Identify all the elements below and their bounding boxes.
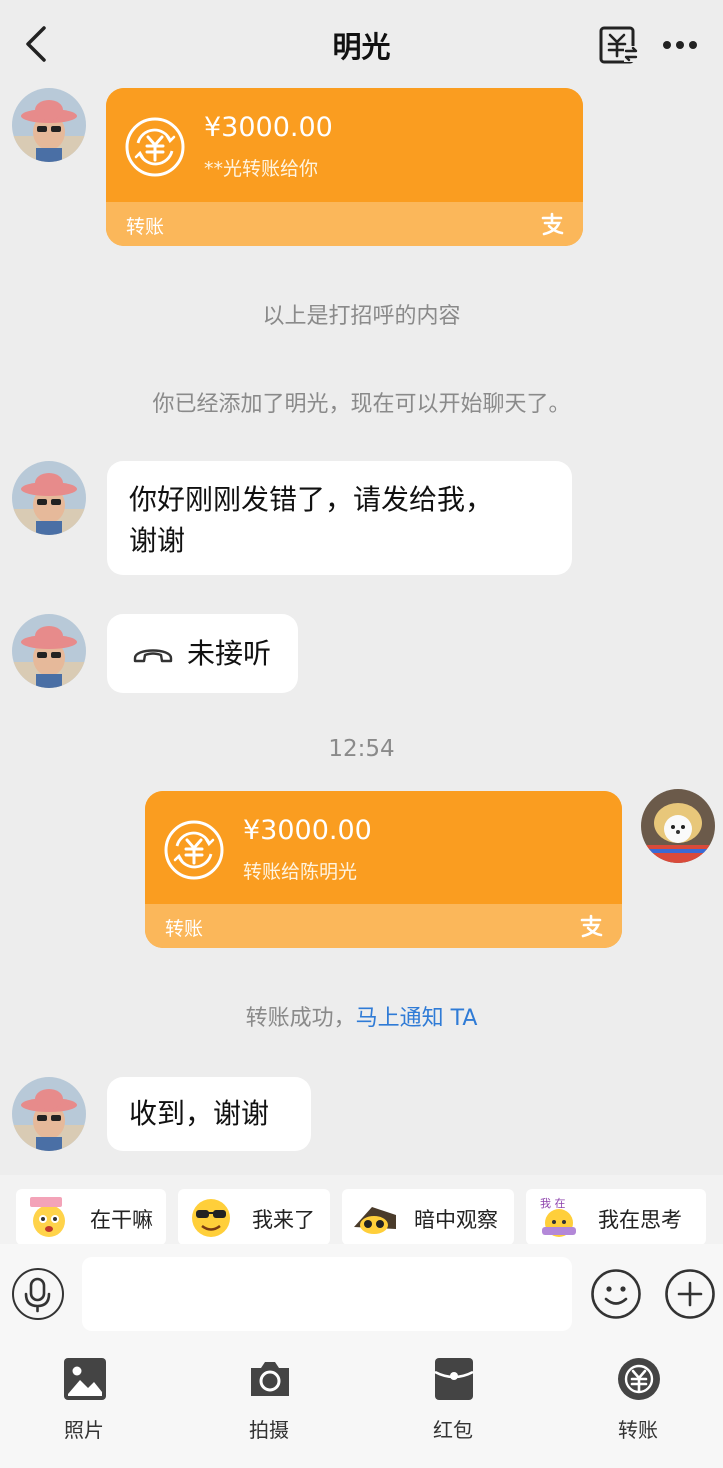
transfer-yuan-icon <box>163 819 225 881</box>
contact-avatar[interactable] <box>12 461 86 535</box>
sticker-peek[interactable]: 暗中观察 <box>342 1189 514 1245</box>
alipay-icon <box>539 211 565 237</box>
missed-call-label: 未接听 <box>187 637 272 670</box>
sticker-label: 在干嘛 <box>90 1208 153 1232</box>
message-text: 收到，谢谢 <box>129 1097 270 1130</box>
tool-label: 转账 <box>618 1418 658 1442</box>
tool-red-packet[interactable]: 红包 <box>403 1352 503 1452</box>
message-bubble-text[interactable]: 收到，谢谢 <box>107 1077 311 1151</box>
transfer-card-received[interactable]: 转账 ¥3000.00 **光转账给你 <box>106 88 583 246</box>
sticker-zaiganma-icon <box>26 1195 72 1239</box>
input-area: 照片 拍摄 红包 转账 <box>0 1244 723 1468</box>
transfer-record-icon[interactable] <box>598 24 640 66</box>
transfer-description: 转账给陈明光 <box>243 861 358 883</box>
missed-call-bubble[interactable]: 未接听 <box>107 614 298 693</box>
message-text-line: 谢谢 <box>129 524 186 557</box>
emoji-icon[interactable] <box>590 1268 642 1320</box>
transfer-status: 转账成功，马上通知 TA <box>0 1000 723 1032</box>
photo-icon <box>62 1356 108 1402</box>
voice-input-icon[interactable] <box>12 1268 64 1320</box>
svg-text:我 在: 我 在 <box>540 1197 566 1210</box>
red-packet-icon <box>431 1356 477 1402</box>
notify-link[interactable]: 马上通知 TA <box>356 1006 478 1031</box>
system-message-greeting: 以上是打招呼的内容 <box>262 304 461 329</box>
tool-label: 红包 <box>433 1418 473 1442</box>
system-message-added: 你已经添加了明光，现在可以开始聊天了。 <box>152 392 571 417</box>
phone-hangup-icon <box>131 638 175 668</box>
tool-label: 拍摄 <box>249 1418 289 1442</box>
sticker-cool-face[interactable]: 我来了 <box>178 1189 330 1245</box>
back-icon[interactable] <box>16 22 56 66</box>
transfer-amount: ¥3000.00 <box>243 815 372 846</box>
transfer-card-type: 转账 <box>165 918 204 940</box>
alipay-icon <box>578 913 604 939</box>
message-text-line: 你好刚刚发错了，请发给我， <box>129 483 494 516</box>
transfer-status-text: 转账成功， <box>245 1006 356 1031</box>
more-actions-icon[interactable] <box>664 1268 716 1320</box>
camera-icon <box>247 1356 293 1402</box>
transfer-card-type: 转账 <box>126 216 165 238</box>
contact-avatar[interactable] <box>12 88 86 162</box>
sticker-thinking-icon: 我 在 <box>536 1195 582 1239</box>
transfer-amount: ¥3000.00 <box>204 112 333 143</box>
chat-header: 明光 <box>0 0 723 88</box>
my-avatar[interactable] <box>641 789 715 863</box>
message-input[interactable] <box>82 1257 572 1331</box>
transfer-card-sent[interactable]: 转账 ¥3000.00 转账给陈明光 <box>145 791 622 948</box>
sticker-cool-face-icon <box>188 1195 234 1239</box>
transfer-icon <box>616 1356 662 1402</box>
contact-avatar[interactable] <box>12 614 86 688</box>
sticker-label: 我来了 <box>252 1208 315 1232</box>
tool-transfer[interactable]: 转账 <box>588 1352 688 1452</box>
sticker-label: 我在思考 <box>598 1208 682 1232</box>
sticker-label: 暗中观察 <box>414 1208 498 1232</box>
sticker-thinking[interactable]: 我 在 我在思考 <box>526 1189 706 1245</box>
tool-camera[interactable]: 拍摄 <box>219 1352 319 1452</box>
transfer-description: **光转账给你 <box>204 158 319 180</box>
contact-avatar[interactable] <box>12 1077 86 1151</box>
tool-photo[interactable]: 照片 <box>34 1352 134 1452</box>
transfer-yuan-icon <box>124 116 186 178</box>
message-timestamp: 12:54 <box>328 736 395 762</box>
tool-label: 照片 <box>64 1418 104 1442</box>
more-icon[interactable] <box>660 28 700 62</box>
message-bubble-text[interactable]: 你好刚刚发错了，请发给我， 谢谢 <box>107 461 572 575</box>
sticker-peek-icon <box>352 1195 398 1239</box>
sticker-zaiganma[interactable]: 在干嘛 <box>16 1189 166 1245</box>
